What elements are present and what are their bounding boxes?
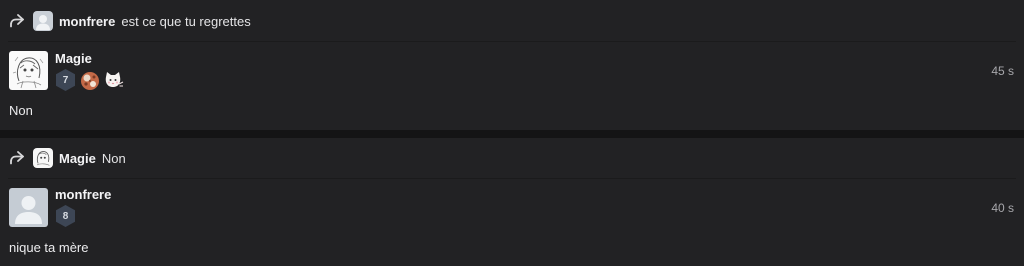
author-name[interactable]: monfrere — [55, 187, 111, 202]
drawing-avatar-icon — [33, 148, 53, 168]
reply-text: Non — [101, 150, 126, 166]
message-card: Magie Non monfrere 8 40 s nique ta mère — [0, 138, 1024, 266]
timestamp: 40 s — [991, 201, 1014, 215]
level-badge: 7 — [55, 68, 76, 92]
reply-icon — [8, 149, 26, 167]
reply-username[interactable]: Magie — [59, 151, 96, 166]
badge-row: 8 — [55, 204, 79, 228]
cookie-sticker-icon — [81, 72, 99, 90]
cat-sticker-icon — [105, 72, 124, 87]
badge-row: 7 — [55, 68, 125, 92]
divider — [8, 178, 1016, 179]
reply-username[interactable]: monfrere — [59, 14, 115, 29]
divider — [8, 41, 1016, 42]
default-avatar-icon[interactable] — [9, 188, 48, 227]
message-text: Non — [9, 103, 33, 118]
reply-text: est ce que tu regrettes — [121, 13, 251, 29]
reply-context[interactable]: monfrere est ce que tu regrettes — [8, 10, 251, 32]
reply-icon — [8, 12, 26, 30]
message-text: nique ta mère — [9, 240, 89, 255]
level-badge: 8 — [55, 204, 76, 228]
default-avatar-icon — [33, 11, 53, 31]
reply-context[interactable]: Magie Non — [8, 147, 126, 169]
author-name[interactable]: Magie — [55, 51, 92, 66]
timestamp: 45 s — [991, 64, 1014, 78]
message-card: monfrere est ce que tu regrettes Magie 7 — [0, 0, 1024, 130]
drawing-avatar-icon[interactable] — [9, 51, 48, 90]
